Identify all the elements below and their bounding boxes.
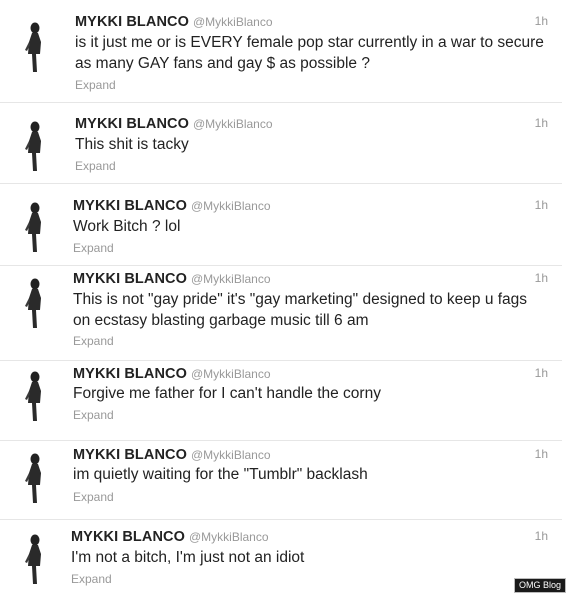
expand-link[interactable]: Expand bbox=[71, 572, 112, 587]
username[interactable]: @MykkiBlanco bbox=[193, 15, 273, 29]
avatar[interactable] bbox=[19, 532, 49, 588]
tweet-item[interactable]: MYKKI BLANCO @MykkiBlanco 1h This shit is… bbox=[0, 102, 562, 183]
expand-link[interactable]: Expand bbox=[75, 78, 116, 93]
display-name[interactable]: MYKKI BLANCO bbox=[75, 14, 189, 30]
expand-link[interactable]: Expand bbox=[75, 159, 116, 174]
username[interactable]: @MykkiBlanco bbox=[193, 117, 273, 131]
tweet-text: is it just me or is EVERY female pop sta… bbox=[75, 34, 544, 72]
avatar[interactable] bbox=[19, 119, 49, 175]
avatar[interactable] bbox=[19, 451, 49, 507]
tweet-header: MYKKI BLANCO @MykkiBlanco bbox=[75, 13, 273, 31]
timestamp[interactable]: 1h bbox=[535, 13, 548, 30]
source-watermark: OMG Blog bbox=[513, 578, 566, 593]
tweet-header: MYKKI BLANCO @MykkiBlanco bbox=[75, 115, 273, 133]
expand-link[interactable]: Expand bbox=[73, 408, 114, 423]
timestamp[interactable]: 1h bbox=[535, 446, 548, 463]
tweet-text: This shit is tacky bbox=[75, 136, 189, 153]
tweet-text: Forgive me father for I can't handle the… bbox=[73, 385, 381, 402]
tweet-header: MYKKI BLANCO @MykkiBlanco bbox=[73, 270, 271, 288]
display-name[interactable]: MYKKI BLANCO bbox=[73, 447, 187, 463]
timestamp[interactable]: 1h bbox=[535, 528, 548, 545]
username[interactable]: @MykkiBlanco bbox=[191, 272, 271, 286]
expand-link[interactable]: Expand bbox=[73, 334, 114, 349]
avatar[interactable] bbox=[19, 369, 49, 425]
tweet-text: This is not "gay pride" it's "gay market… bbox=[73, 291, 528, 329]
tweet-text: I'm not a bitch, I'm just not an idiot bbox=[71, 549, 305, 566]
username[interactable]: @MykkiBlanco bbox=[191, 199, 271, 213]
tweet-header: MYKKI BLANCO @MykkiBlanco bbox=[73, 446, 271, 464]
tweet-item[interactable]: MYKKI BLANCO @MykkiBlanco 1h This is not … bbox=[0, 265, 562, 360]
timestamp[interactable]: 1h bbox=[535, 115, 548, 132]
tweet-text: im quietly waiting for the "Tumblr" back… bbox=[73, 466, 368, 483]
username[interactable]: @MykkiBlanco bbox=[191, 367, 271, 381]
tweet-text: Work Bitch ? lol bbox=[73, 218, 181, 235]
tweet-item[interactable]: MYKKI BLANCO @MykkiBlanco 1h Work Bitch ?… bbox=[0, 183, 562, 265]
display-name[interactable]: MYKKI BLANCO bbox=[73, 366, 187, 382]
tweet-header: MYKKI BLANCO @MykkiBlanco bbox=[71, 528, 269, 546]
tweet-header: MYKKI BLANCO @MykkiBlanco bbox=[73, 365, 271, 383]
username[interactable]: @MykkiBlanco bbox=[191, 448, 271, 462]
display-name[interactable]: MYKKI BLANCO bbox=[71, 529, 185, 545]
avatar[interactable] bbox=[19, 20, 49, 76]
expand-link[interactable]: Expand bbox=[73, 241, 114, 256]
avatar[interactable] bbox=[19, 200, 49, 256]
timestamp[interactable]: 1h bbox=[535, 270, 548, 287]
timestamp[interactable]: 1h bbox=[535, 197, 548, 214]
display-name[interactable]: MYKKI BLANCO bbox=[73, 198, 187, 214]
tweet-item[interactable]: MYKKI BLANCO @MykkiBlanco 1h is it just m… bbox=[0, 0, 562, 102]
tweet-header: MYKKI BLANCO @MykkiBlanco bbox=[73, 197, 271, 215]
avatar[interactable] bbox=[19, 276, 49, 332]
display-name[interactable]: MYKKI BLANCO bbox=[75, 116, 189, 132]
tweet-item[interactable]: MYKKI BLANCO @MykkiBlanco 1h I'm not a bi… bbox=[0, 519, 562, 597]
timestamp[interactable]: 1h bbox=[535, 365, 548, 382]
tweet-item[interactable]: MYKKI BLANCO @MykkiBlanco 1h Forgive me f… bbox=[0, 360, 562, 440]
expand-link[interactable]: Expand bbox=[73, 490, 114, 505]
tweet-item[interactable]: MYKKI BLANCO @MykkiBlanco 1h im quietly w… bbox=[0, 440, 562, 519]
username[interactable]: @MykkiBlanco bbox=[189, 530, 269, 544]
display-name[interactable]: MYKKI BLANCO bbox=[73, 271, 187, 287]
